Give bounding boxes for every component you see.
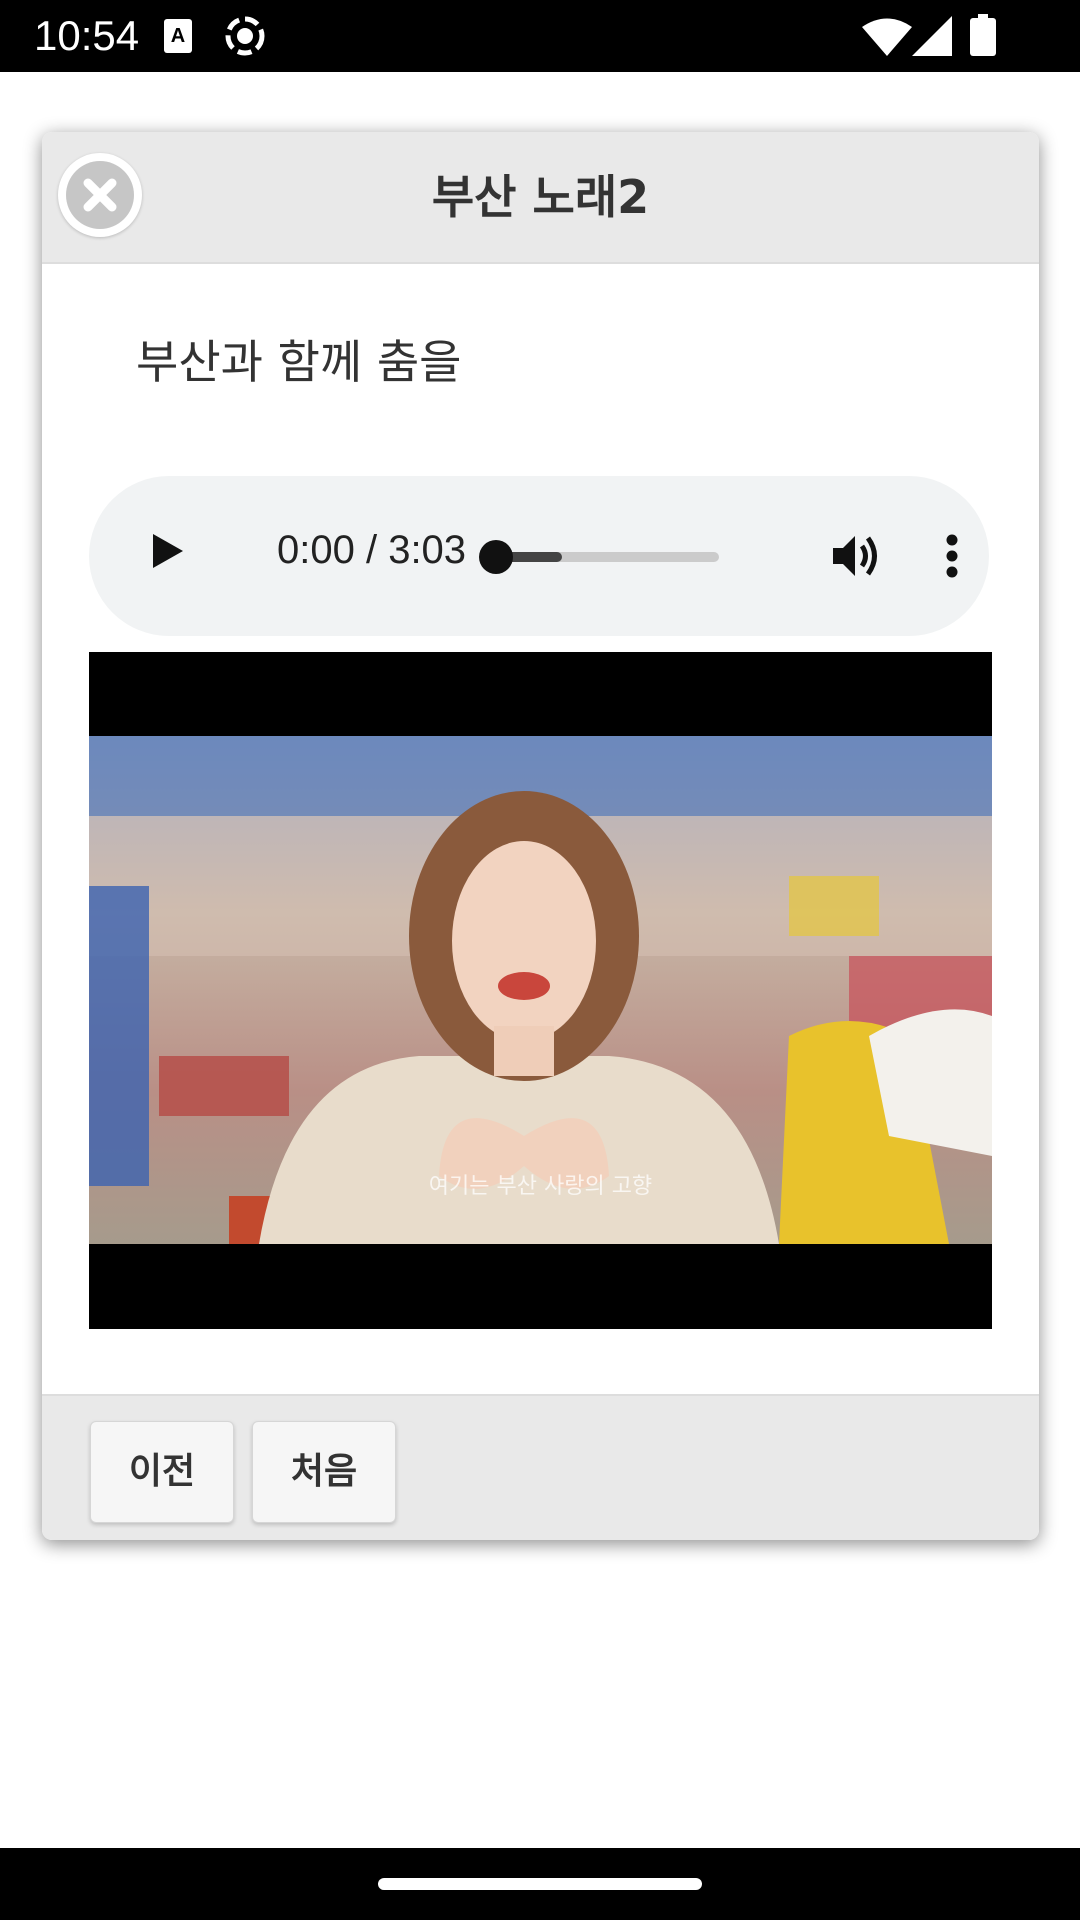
dialog-footer: 이전 처음 xyxy=(42,1394,1039,1540)
status-bar: 10:54 A xyxy=(0,0,1080,72)
audio-seek-track[interactable] xyxy=(494,552,719,562)
audio-player[interactable]: 0:00 / 3:03 xyxy=(89,476,989,636)
video-player[interactable]: 여기는 부산 사랑의 고향 xyxy=(89,652,992,1329)
prev-button[interactable]: 이전 xyxy=(90,1421,234,1523)
wifi-icon xyxy=(862,18,912,56)
svg-text:A: A xyxy=(171,25,185,47)
song-subtitle: 부산과 함께 춤을 xyxy=(136,335,462,389)
record-icon xyxy=(225,16,265,56)
first-button[interactable]: 처음 xyxy=(252,1421,396,1523)
dialog-header: 부산 노래2 xyxy=(42,132,1039,264)
play-icon[interactable] xyxy=(151,532,185,570)
audio-seek-thumb[interactable] xyxy=(479,540,513,574)
song-dialog: 부산 노래2 부산과 함께 춤을 0:00 / 3:03 여기는 부산 사랑의 … xyxy=(42,132,1039,1540)
close-icon-bg xyxy=(66,161,134,229)
video-caption: 여기는 부산 사랑의 고향 xyxy=(428,1174,653,1199)
audio-time: 0:00 / 3:03 xyxy=(277,528,467,572)
a-notification-icon: A xyxy=(164,19,192,53)
status-time: 10:54 xyxy=(34,12,140,59)
navigation-bar xyxy=(0,1848,1080,1920)
volume-icon[interactable] xyxy=(831,532,881,580)
close-button[interactable] xyxy=(58,153,142,237)
close-icon xyxy=(83,178,117,212)
dialog-title: 부산 노래2 xyxy=(431,170,650,224)
more-vert-icon[interactable] xyxy=(946,534,958,578)
signal-icon xyxy=(912,16,952,56)
video-frame: 여기는 부산 사랑의 고향 xyxy=(89,736,992,1244)
home-handle[interactable] xyxy=(378,1878,702,1890)
battery-icon xyxy=(970,14,996,56)
